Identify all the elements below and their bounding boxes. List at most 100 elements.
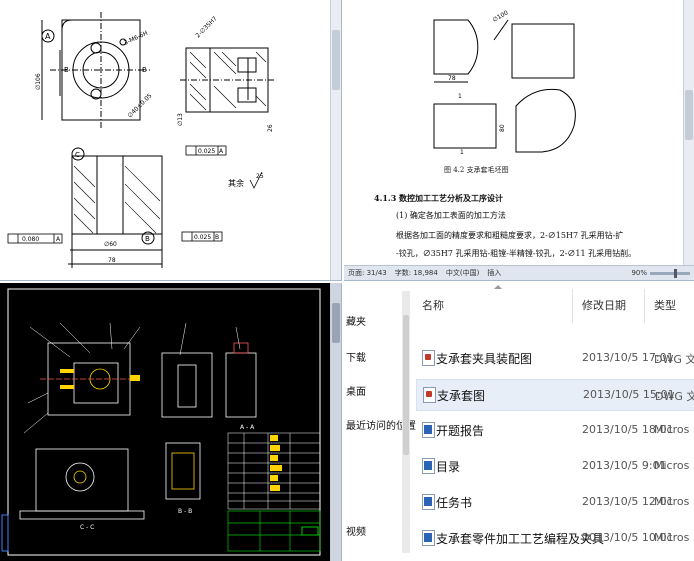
dwg-file-icon bbox=[423, 387, 436, 403]
rest-label: 其余 bbox=[228, 178, 244, 188]
nav-item-desktop[interactable]: 桌面 bbox=[346, 383, 366, 398]
file-type: DWG 文 bbox=[654, 353, 694, 366]
dwg-file-icon bbox=[422, 350, 435, 366]
file-type: Micros bbox=[654, 495, 690, 508]
hole-tl-label: 2-∅35H7 bbox=[194, 15, 218, 39]
section-heading: 4.1.3 数控加工工艺分析及工序设计 bbox=[374, 193, 504, 203]
file-name: 支承套夹具装配图 bbox=[436, 352, 533, 366]
word-file-icon bbox=[422, 422, 435, 438]
word-status-bar: 页面: 31/43 字数: 18,984 中文(中国) 插入 90% bbox=[344, 265, 694, 280]
blank-drawing: ∅100 78 1 1 80 bbox=[433, 9, 576, 156]
doc2-scroll-thumb[interactable] bbox=[685, 90, 693, 140]
doc1-scrollbar[interactable] bbox=[330, 0, 341, 280]
cad-title-block bbox=[227, 510, 321, 552]
label-b-circle: B bbox=[145, 235, 150, 243]
column-header-type[interactable]: 类型 bbox=[654, 297, 676, 313]
dim-w78: 78 bbox=[448, 75, 456, 82]
view-a-label: A - A bbox=[240, 424, 255, 431]
cad-scroll-thumb[interactable] bbox=[332, 303, 340, 343]
dim-h1: 1 bbox=[458, 93, 462, 100]
file-row-selected[interactable]: 支承套图 2013/10/5 15:01 DWG 文 bbox=[416, 379, 694, 411]
cad-assembly-drawing: A - A C - C B - B bbox=[1, 288, 321, 556]
file-type: Micros bbox=[654, 459, 690, 472]
file-explorer-pane: 藏夹 下载 桌面 最近访问的位置 视频 名称 修改日期 类型 支承套夹具装配图 … bbox=[344, 283, 694, 561]
zoom-value[interactable]: 90% bbox=[631, 269, 647, 277]
file-name: 支承套图 bbox=[437, 389, 486, 403]
file-row[interactable]: 任务书 2013/10/5 12:01 Micros bbox=[416, 487, 694, 517]
blank-iso-view bbox=[515, 88, 576, 153]
file-name: 目录 bbox=[436, 460, 461, 474]
sort-up-icon bbox=[494, 285, 502, 289]
doc1-scroll-thumb[interactable] bbox=[332, 30, 340, 90]
status-mode[interactable]: 插入 bbox=[487, 268, 501, 278]
nav-item-videos[interactable]: 视频 bbox=[346, 523, 366, 538]
file-name: 任务书 bbox=[436, 496, 473, 510]
status-page[interactable]: 页面: 31/43 bbox=[348, 268, 387, 278]
nav-item-favorites[interactable]: 藏夹 bbox=[346, 313, 366, 328]
column-divider[interactable] bbox=[572, 289, 573, 323]
tol1-ref: A bbox=[219, 148, 224, 155]
doc-body-text: 根据各加工面的精度要求和粗糙度要求，2-∅15H7 孔采用钻-扩 -铰孔，∅35… bbox=[396, 227, 686, 263]
label-b-left: B bbox=[64, 66, 69, 74]
thread-label: 3-M6-6H bbox=[123, 30, 149, 47]
section-subheading: (1) 确定各加工表面的加工方法 bbox=[396, 211, 506, 220]
dia-left-label: ∅106 bbox=[35, 73, 42, 90]
view-c-label: C - C bbox=[80, 524, 94, 531]
zoom-control: 90% bbox=[631, 268, 694, 278]
tol1-value: 0.025 bbox=[198, 148, 215, 155]
label-b-right: B bbox=[142, 66, 147, 74]
cad-section-view bbox=[165, 442, 201, 500]
body-line-1: 根据各加工面的精度要求和粗糙度要求，2-∅15H7 孔采用钻-扩 bbox=[396, 231, 624, 240]
column-header-date[interactable]: 修改日期 bbox=[582, 297, 626, 313]
word-file-icon bbox=[422, 458, 435, 474]
label-c: C bbox=[75, 151, 80, 159]
cad-scrollbar[interactable] bbox=[330, 283, 341, 561]
zoom-slider[interactable] bbox=[650, 268, 690, 278]
dim-mid-label: ∅60 bbox=[104, 241, 117, 248]
nav-scrollbar[interactable] bbox=[402, 291, 410, 553]
cad-bottom-view bbox=[35, 448, 129, 512]
section-view-outline bbox=[71, 155, 163, 235]
tol3-ref: B bbox=[215, 234, 219, 241]
word-document-pane: ∅100 78 1 1 80 图 4.2 支承套毛坯图 4.1.3 数控加工工艺… bbox=[344, 0, 694, 281]
part-drawing: A B B 3-M6-6H ∅40±0.05 ∅106 2-∅35H7 ∅13 … bbox=[7, 12, 276, 268]
status-lang[interactable]: 中文(中国) bbox=[446, 268, 479, 278]
cad-frame bbox=[7, 288, 321, 556]
file-name: 开题报告 bbox=[436, 424, 485, 438]
figure-caption: 图 4.2 支承套毛坯图 bbox=[444, 166, 509, 174]
navigation-pane: 藏夹 下载 桌面 最近访问的位置 视频 bbox=[344, 283, 416, 561]
drawing-document-pane: A B B 3-M6-6H ∅40±0.05 ∅106 2-∅35H7 ∅13 … bbox=[0, 0, 342, 281]
column-divider[interactable] bbox=[644, 289, 645, 323]
view-b-label: B - B bbox=[178, 508, 192, 515]
body-line-2: -铰孔，∅35H7 孔采用钻-粗镗-半精镗-铰孔，2-∅11 孔采用钻削。 bbox=[396, 249, 637, 258]
nav-scroll-thumb[interactable] bbox=[403, 315, 409, 455]
dia-mid-label: ∅13 bbox=[177, 113, 184, 126]
tol2-value: 0.080 bbox=[22, 236, 39, 243]
file-type: Micros bbox=[654, 423, 690, 436]
file-row[interactable]: 目录 2013/10/5 9:01 Micros bbox=[416, 451, 694, 481]
blank-section-view bbox=[433, 103, 497, 149]
doc2-scrollbar[interactable] bbox=[683, 0, 694, 265]
file-type: DWG 文 bbox=[655, 390, 694, 403]
file-row[interactable]: 支承套夹具装配图 2013/10/5 17:01 DWG 文 bbox=[416, 343, 694, 373]
rough-value: 25 bbox=[256, 173, 264, 180]
nav-item-downloads[interactable]: 下载 bbox=[346, 349, 366, 364]
blank-side-view bbox=[511, 23, 575, 79]
cad-drawing-pane: A - A C - C B - B bbox=[0, 283, 342, 561]
word-file-icon bbox=[422, 530, 435, 546]
blank-front-view bbox=[433, 19, 479, 75]
label-a: A bbox=[45, 32, 51, 41]
tol3-value: 0.025 bbox=[194, 234, 211, 241]
file-type: Micros bbox=[654, 531, 690, 544]
file-row[interactable]: 支承套零件加工工艺编程及夹具 2013/10/5 10:01 Micros bbox=[416, 523, 694, 553]
file-row[interactable]: 开题报告 2013/10/5 18:01 Micros bbox=[416, 415, 694, 445]
dim-h2: 1 bbox=[460, 149, 464, 156]
tol2-ref: A bbox=[56, 236, 61, 243]
status-words[interactable]: 字数: 18,984 bbox=[395, 268, 438, 278]
word-file-icon bbox=[422, 494, 435, 510]
dim-bottom-label: 78 bbox=[108, 257, 116, 264]
column-header-name[interactable]: 名称 bbox=[422, 297, 444, 313]
dim-right-label: 26 bbox=[267, 124, 274, 132]
file-name: 支承套零件加工工艺编程及夹具 bbox=[436, 532, 605, 546]
dim-h80: 80 bbox=[499, 124, 506, 132]
